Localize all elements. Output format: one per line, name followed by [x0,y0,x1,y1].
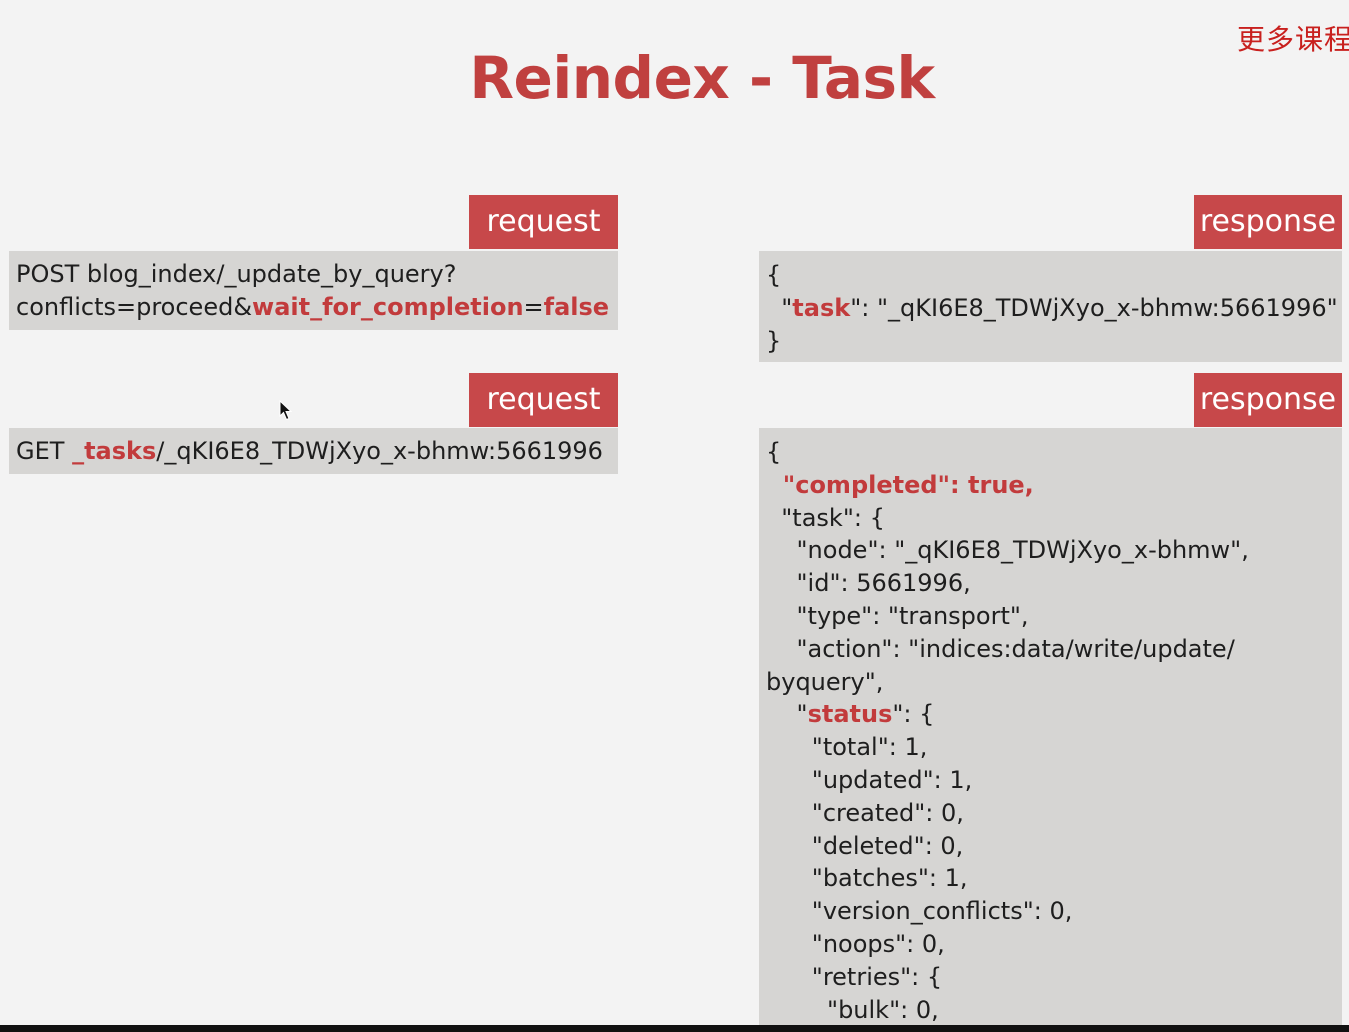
response-1-close: } [766,326,782,355]
request-1-line-1: POST blog_index/_update_by_query? [16,260,457,288]
mouse-pointer-icon [279,400,293,421]
request-code-2: GET _tasks/_qKI6E8_TDWjXyo_x-bhmw:566199… [9,428,618,474]
response-code-2: { "completed": true, "task": { "node": "… [759,428,1342,1025]
response-2-completed: "completed": true, [766,470,1034,499]
bottom-bar [0,1025,1349,1032]
request-2-method: GET [16,437,73,465]
response-2-status-key: status [807,700,893,729]
response-2-line: "task": { [766,503,885,532]
response-2-line: "version_conflicts": 0, [766,897,1073,926]
response-2-line: "action": "indices:data/write/update/ [766,634,1235,663]
response-2-line: "bulk": 0, [766,995,939,1024]
response-1-key-quote: " [766,293,793,322]
response-2-line: "type": "transport", [766,601,1029,630]
request-label-2: request [469,373,618,427]
response-2-line: "created": 0, [766,798,964,827]
response-1-task-value: ": "_qKI6E8_TDWjXyo_x-bhmw:5661996" [850,293,1338,322]
response-2-line: "id": 5661996, [766,569,971,598]
response-code-1: { "task": "_qKI6E8_TDWjXyo_x-bhmw:566199… [759,251,1342,362]
response-label-2: response [1194,373,1342,427]
request-1-params: conflicts=proceed& [16,292,253,321]
response-2-line: { [766,438,782,466]
response-2-line: "batches": 1, [766,864,968,893]
response-label-1: response [1194,195,1342,249]
response-2-status-brace: ": { [892,700,935,729]
request-code-1: POST blog_index/_update_by_query? confli… [9,251,618,330]
response-2-line: "retries": { [766,962,943,991]
request-1-equals: = [523,292,544,321]
request-2-tasks-endpoint: _tasks [72,437,157,465]
response-1-open: { [766,261,782,289]
response-2-line: "updated": 1, [766,765,973,794]
response-2-line: "total": 1, [766,733,928,762]
request-1-param-value: false [543,292,610,321]
response-2-line: "deleted": 0, [766,831,964,860]
response-1-key-task: task [792,293,851,322]
response-2-line: "node": "_qKI6E8_TDWjXyo_x-bhmw", [766,536,1249,565]
request-label-1: request [469,195,618,249]
request-2-task-id: /_qKI6E8_TDWjXyo_x-bhmw:5661996 [156,437,603,465]
response-2-line: byquery", [766,667,884,696]
slide-title: Reindex - Task [469,44,935,112]
response-2-status-quote: " [766,700,808,729]
response-2-line: "noops": 0, [766,929,945,958]
request-1-param-key: wait_for_completion [252,292,524,321]
